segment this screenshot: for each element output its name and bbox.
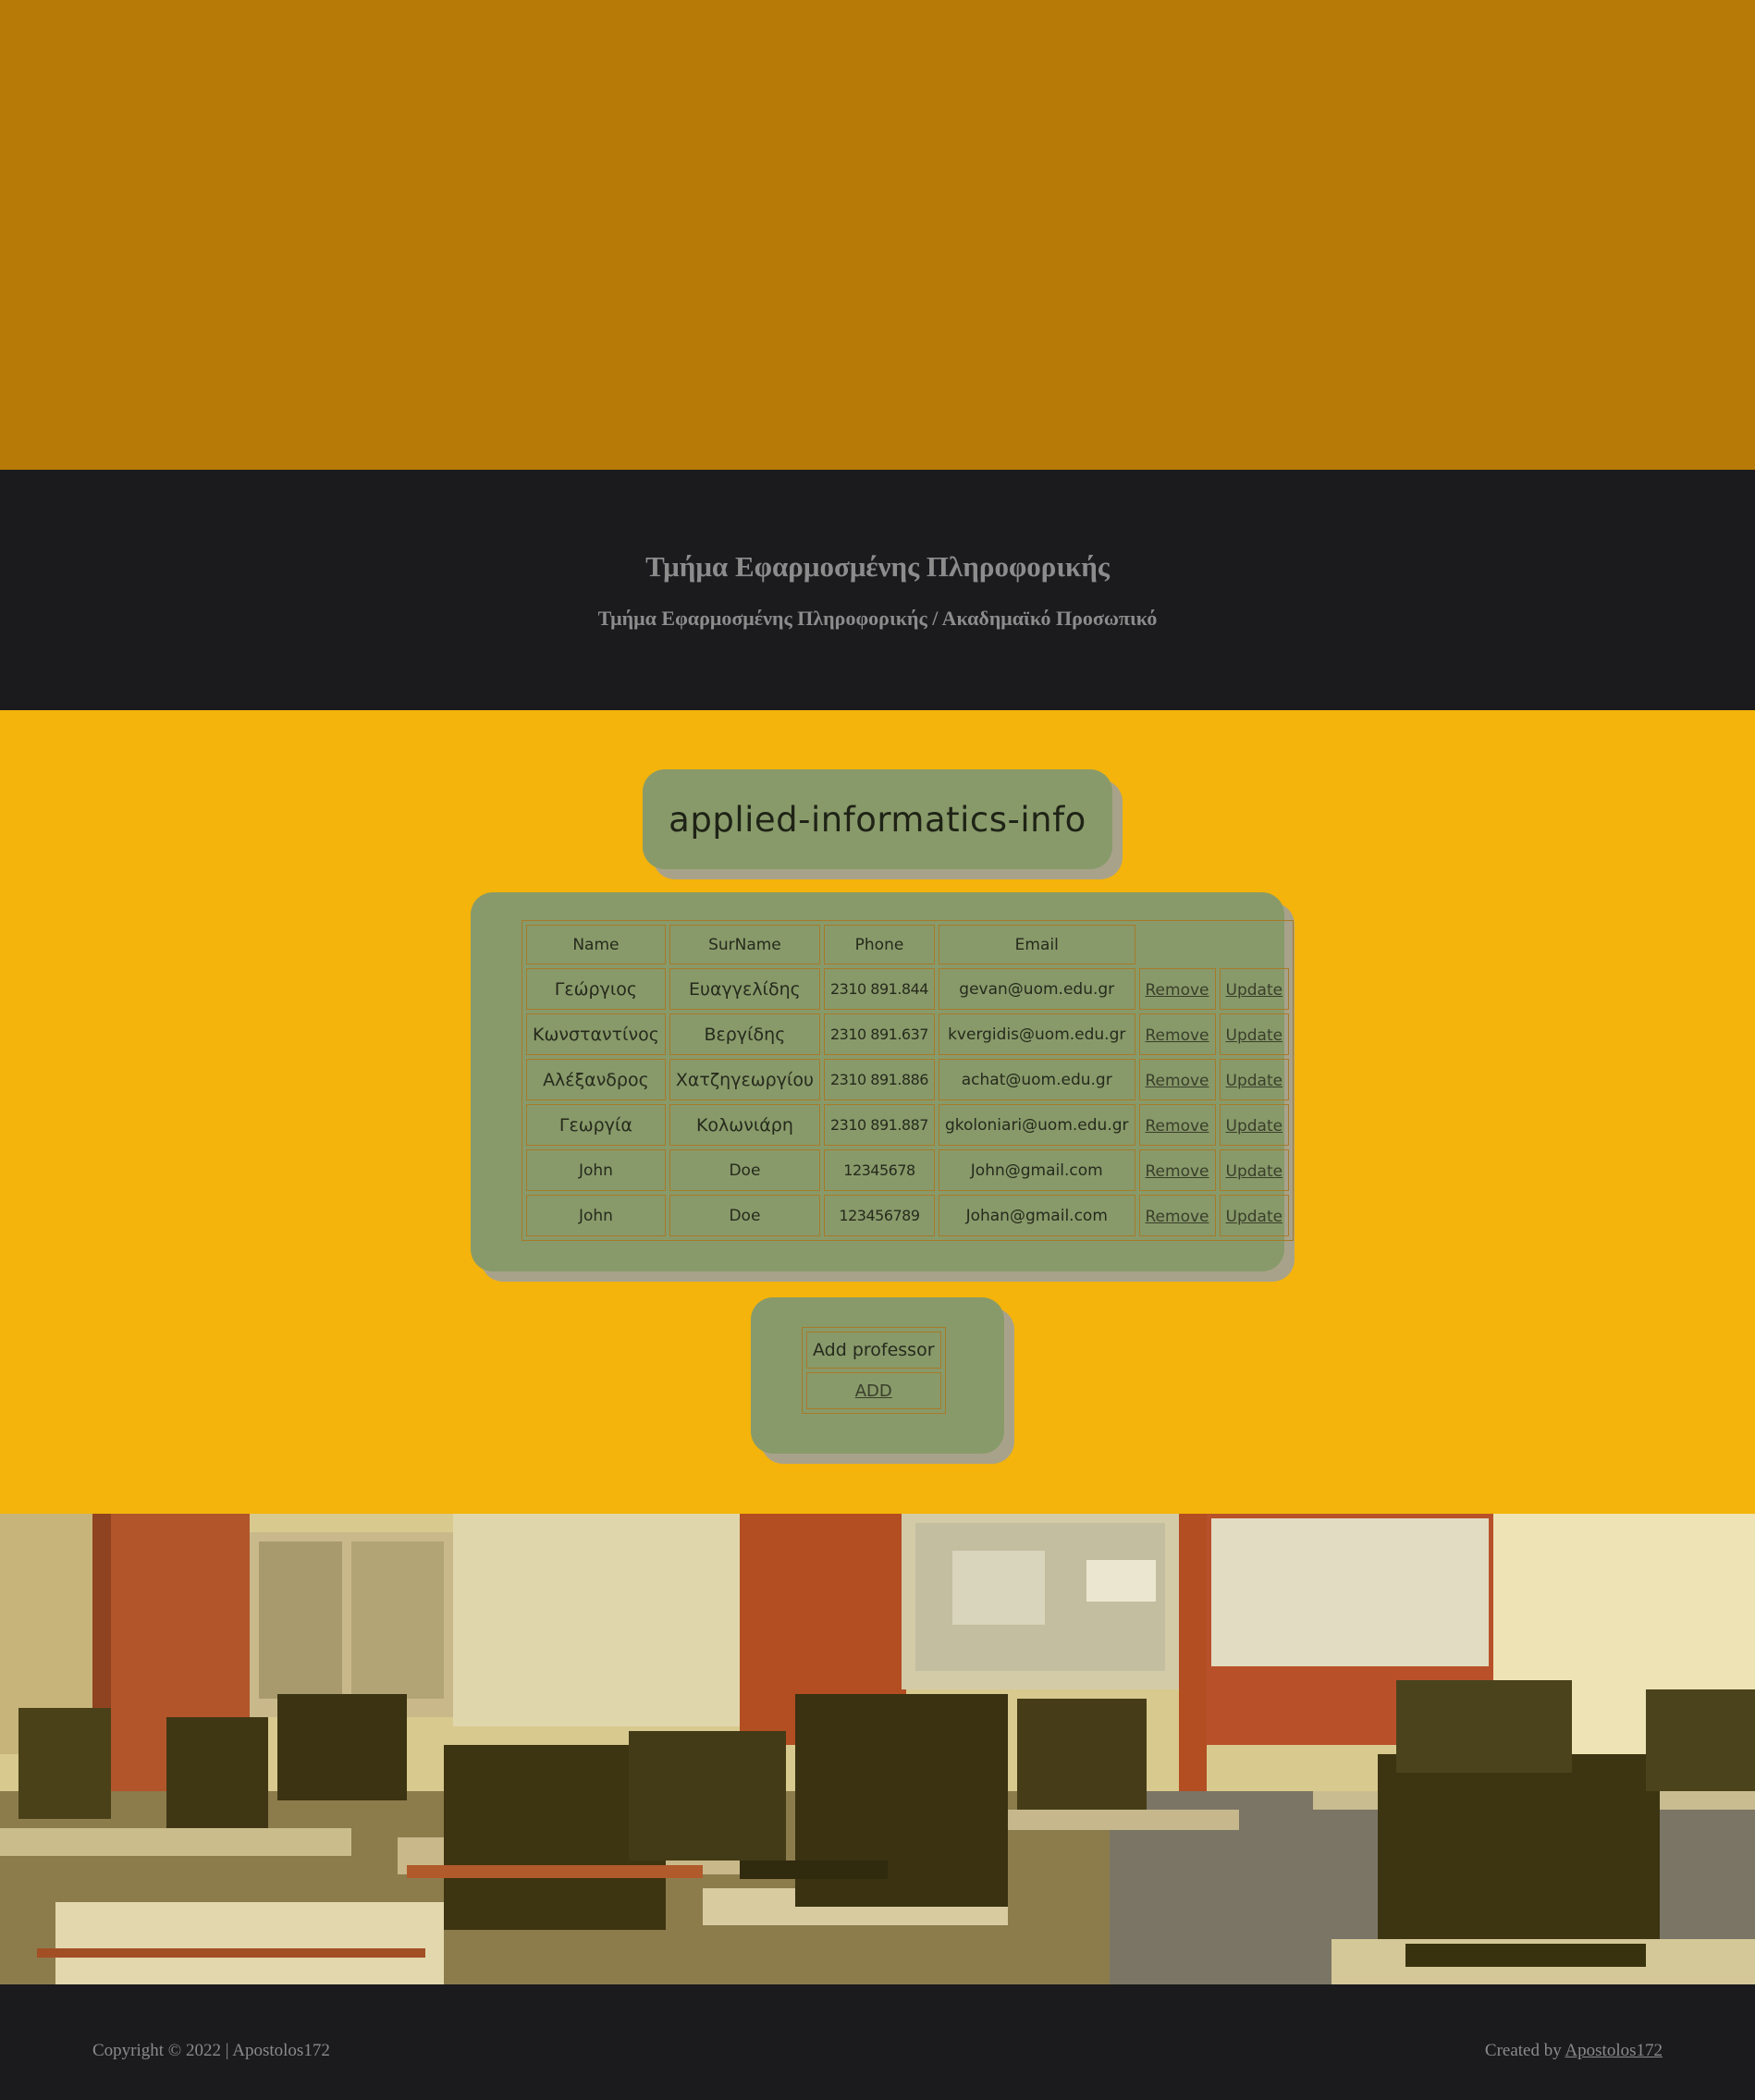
- cell-update: Update: [1219, 1195, 1290, 1236]
- heading-card: applied-informatics-info: [643, 769, 1112, 869]
- cell-name: Γεωργία: [526, 1104, 666, 1146]
- professors-card: Name SurName Phone Email Γεώργιος Ευαγγε…: [471, 892, 1295, 1271]
- cell-email: John@gmail.com: [938, 1149, 1135, 1191]
- section-heading: applied-informatics-info: [669, 799, 1086, 840]
- column-header-name: Name: [526, 925, 666, 964]
- breadcrumb: Τμήμα Εφαρμοσμένης Πληροφορικής / Ακαδημ…: [597, 607, 1158, 630]
- created-by: Created by Apostolos172: [1485, 2041, 1663, 2061]
- cell-surname: Doe: [669, 1195, 820, 1236]
- cell-phone: 2310 891.844: [824, 968, 935, 1010]
- main-section: applied-informatics-info Name SurName Ph…: [0, 710, 1755, 1514]
- cell-email: gkoloniari@uom.edu.gr: [938, 1104, 1135, 1146]
- update-link[interactable]: Update: [1226, 981, 1283, 1000]
- cell-phone: 2310 891.886: [824, 1059, 935, 1100]
- remove-link[interactable]: Remove: [1146, 1208, 1209, 1226]
- cell-remove: Remove: [1138, 968, 1216, 1010]
- add-professor-card: Add professor ADD: [751, 1297, 1004, 1454]
- cell-phone: 2310 891.887: [824, 1104, 935, 1146]
- cell-update: Update: [1219, 1013, 1290, 1055]
- table-row: Αλέξανδρος Χατζηγεωργίου 2310 891.886 ac…: [526, 1059, 1290, 1100]
- cell-surname: Ευαγγελίδης: [669, 968, 820, 1010]
- page-footer: Copyright © 2022 | Apostolos172 Created …: [0, 1984, 1755, 2100]
- cell-surname: Doe: [669, 1149, 820, 1191]
- cell-email: Johan@gmail.com: [938, 1195, 1135, 1236]
- cell-phone: 12345678: [824, 1149, 935, 1191]
- cell-update: Update: [1219, 1104, 1290, 1146]
- cell-email: kvergidis@uom.edu.gr: [938, 1013, 1135, 1055]
- table-row: Γεώργιος Ευαγγελίδης 2310 891.844 gevan@…: [526, 968, 1290, 1010]
- cell-name: John: [526, 1149, 666, 1191]
- add-professor-label: Add professor: [806, 1332, 941, 1369]
- cell-phone: 123456789: [824, 1195, 935, 1236]
- author-link[interactable]: Apostolos172: [1565, 2041, 1663, 2060]
- remove-link[interactable]: Remove: [1146, 1072, 1209, 1090]
- add-cell: ADD: [806, 1372, 941, 1409]
- created-by-label: Created by: [1484, 2041, 1562, 2060]
- cell-phone: 2310 891.637: [824, 1013, 935, 1055]
- cell-name: Γεώργιος: [526, 968, 666, 1010]
- copyright-text: Copyright © 2022 | Apostolos172: [92, 2041, 330, 2060]
- top-banner: [0, 0, 1755, 470]
- remove-link[interactable]: Remove: [1146, 1026, 1209, 1045]
- cell-remove: Remove: [1138, 1149, 1216, 1191]
- empty-header-cell: [1139, 925, 1216, 964]
- cell-email: achat@uom.edu.gr: [938, 1059, 1135, 1100]
- table-header-row: Name SurName Phone Email: [526, 925, 1289, 964]
- cell-update: Update: [1219, 968, 1290, 1010]
- cell-surname: Βεργίδης: [669, 1013, 820, 1055]
- column-header-email: Email: [938, 925, 1135, 964]
- remove-link[interactable]: Remove: [1146, 1162, 1209, 1181]
- cell-surname: Κολωνιάρη: [669, 1104, 820, 1146]
- cell-surname: Χατζηγεωργίου: [669, 1059, 820, 1100]
- update-link[interactable]: Update: [1226, 1117, 1283, 1136]
- update-link[interactable]: Update: [1226, 1026, 1283, 1045]
- table-row: Γεωργία Κολωνιάρη 2310 891.887 gkoloniar…: [526, 1104, 1290, 1146]
- cell-update: Update: [1219, 1149, 1290, 1191]
- add-professor-link[interactable]: ADD: [855, 1382, 892, 1401]
- column-header-phone: Phone: [824, 925, 935, 964]
- column-header-surname: SurName: [669, 925, 820, 964]
- cell-remove: Remove: [1138, 1104, 1216, 1146]
- table-row: John Doe 12345678 John@gmail.com Remove …: [526, 1149, 1290, 1191]
- cell-update: Update: [1219, 1059, 1290, 1100]
- remove-link[interactable]: Remove: [1146, 1117, 1209, 1136]
- page-title: Τμήμα Εφαρμοσμένης Πληροφορικής: [645, 550, 1110, 583]
- professors-table: Name SurName Phone Email Γεώργιος Ευαγγε…: [522, 920, 1295, 1241]
- remove-link[interactable]: Remove: [1146, 981, 1209, 1000]
- update-link[interactable]: Update: [1226, 1072, 1283, 1090]
- table-row: Κωνσταντίνος Βεργίδης 2310 891.637 kverg…: [526, 1013, 1290, 1055]
- empty-header-cell: [1220, 925, 1290, 964]
- cell-remove: Remove: [1138, 1013, 1216, 1055]
- cell-name: Αλέξανδρος: [526, 1059, 666, 1100]
- cell-name: Κωνσταντίνος: [526, 1013, 666, 1055]
- update-link[interactable]: Update: [1226, 1208, 1283, 1226]
- classroom-photo: [0, 1514, 1755, 1984]
- table-row: John Doe 123456789 Johan@gmail.com Remov…: [526, 1195, 1290, 1236]
- cell-remove: Remove: [1138, 1195, 1216, 1236]
- add-professor-table: Add professor ADD: [802, 1327, 946, 1414]
- cell-email: gevan@uom.edu.gr: [938, 968, 1135, 1010]
- update-link[interactable]: Update: [1226, 1162, 1283, 1181]
- page-header: Τμήμα Εφαρμοσμένης Πληροφορικής Τμήμα Εφ…: [0, 470, 1755, 710]
- cell-remove: Remove: [1138, 1059, 1216, 1100]
- cell-name: John: [526, 1195, 666, 1236]
